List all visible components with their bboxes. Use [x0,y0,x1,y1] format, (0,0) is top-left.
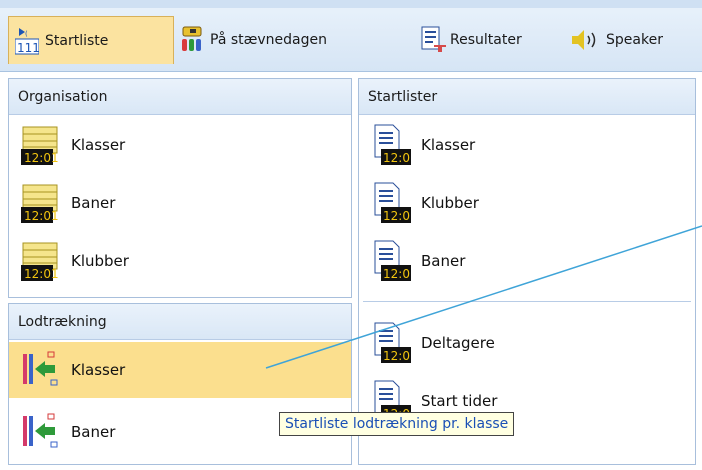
annotation-line [265,225,702,369]
tooltip: Startliste lodtrækning pr. klasse [279,412,515,436]
